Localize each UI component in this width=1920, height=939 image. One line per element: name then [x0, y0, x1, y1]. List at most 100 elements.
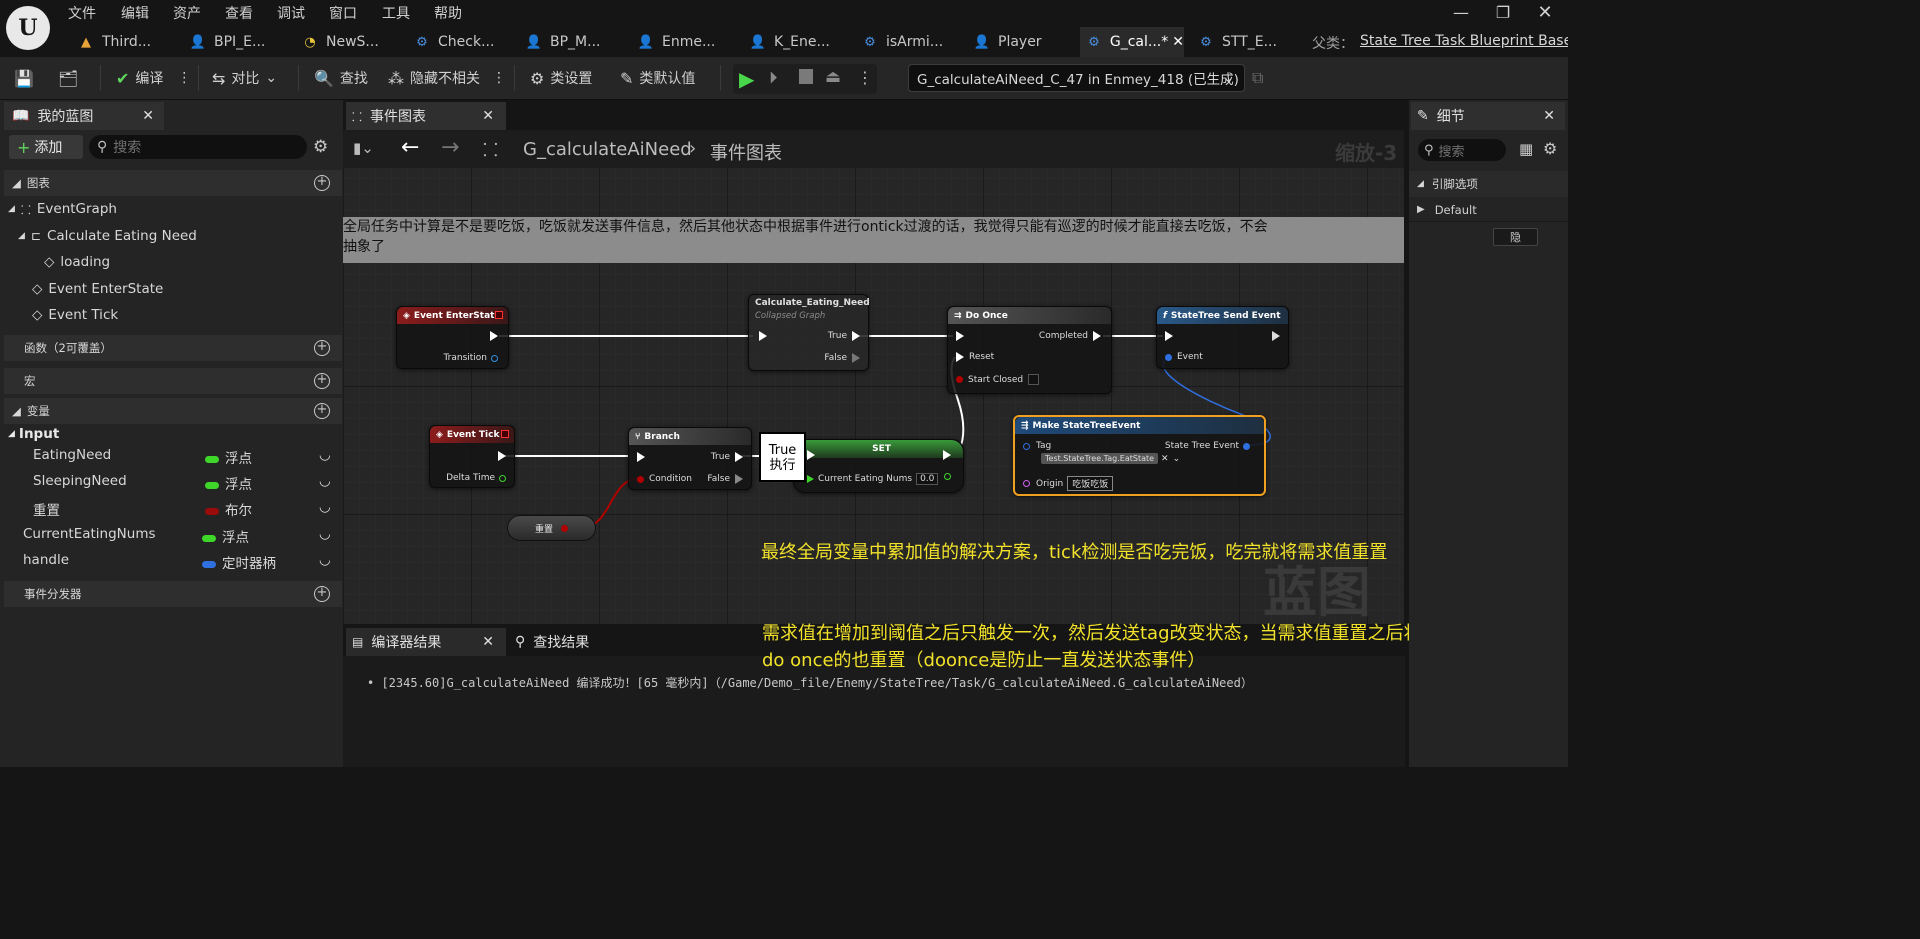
tree-calculate-eating-need[interactable]: ◢ ⊏ Calculate Eating Need	[18, 225, 197, 247]
node-set[interactable]: SET Current Eating Nums 0.0	[793, 439, 964, 493]
tree-event-graph[interactable]: ◢ ⸬ EventGraph	[8, 198, 117, 220]
tree-loading[interactable]: ◇ loading	[44, 251, 110, 273]
settings-gear-icon[interactable]: ⚙	[313, 137, 328, 157]
value-field[interactable]: 0.0	[916, 473, 939, 485]
tab-10[interactable]: ⚙ STT_E...	[1192, 27, 1296, 57]
table-view-icon[interactable]: ▦	[1519, 140, 1533, 158]
eye-closed-icon[interactable]: ◡	[319, 526, 331, 542]
tag-value[interactable]: Test.StateTree.Tag.EatState	[1041, 453, 1159, 464]
compile-button[interactable]: ✔ 编译 ⋮	[116, 65, 191, 91]
menu-0[interactable]: 文件	[68, 3, 96, 23]
add-dispatcher-icon[interactable]: +	[314, 586, 330, 602]
exec-out-pin[interactable]	[735, 474, 743, 484]
class-settings-button[interactable]: ⚙ 类设置	[530, 65, 592, 91]
node-calculate-eating-need[interactable]: Calculate_Eating_Need Collapsed Graph Tr…	[748, 294, 870, 371]
node-event-tick[interactable]: ◈ Event Tick Delta Time	[429, 425, 515, 488]
close-icon[interactable]: ✕	[142, 108, 154, 124]
close-icon[interactable]: ✕	[1172, 34, 1184, 50]
eye-closed-icon[interactable]: ◡	[319, 447, 331, 463]
pin-options-section[interactable]: ◢ 引脚选项	[1409, 171, 1568, 197]
delta-time-pin[interactable]	[499, 474, 506, 482]
event-out-pin[interactable]	[1243, 442, 1250, 450]
stop-icon[interactable]	[799, 69, 813, 84]
tab-0[interactable]: ▲ Third...	[72, 27, 176, 57]
exec-out-pin[interactable]	[852, 331, 860, 341]
node-reset-getter[interactable]: 重置	[507, 515, 596, 541]
chevron-down-icon[interactable]: ⌄	[1173, 454, 1181, 464]
menu-1[interactable]: 编辑	[121, 3, 149, 23]
add-graph-icon[interactable]: +	[314, 175, 330, 191]
tab-compiler-results[interactable]: ▤ 编译器结果 ✕	[346, 628, 506, 656]
exec-in-pin[interactable]	[759, 331, 767, 341]
reset-pin[interactable]	[956, 352, 964, 362]
tab-3[interactable]: ⚙ Check...	[408, 27, 512, 57]
origin-pin[interactable]	[1023, 480, 1030, 487]
tab-5[interactable]: 👤 Enme...	[632, 27, 736, 57]
node-make-statetree-event[interactable]: ⇶ Make StateTreeEvent Tag Test.StateTree.…	[1013, 415, 1266, 496]
tree-event-tick[interactable]: ◇ Event Tick	[32, 304, 118, 326]
tab-details[interactable]: ✎ 细节 ✕	[1411, 102, 1565, 130]
find-button[interactable]: 🔍 查找	[314, 65, 368, 91]
details-search-input[interactable]: ⚲ 搜索	[1418, 139, 1506, 161]
compiler-log-entry[interactable]: • [2345.60]G_calculateAiNeed 编译成功！[65 毫秒…	[367, 674, 1253, 691]
class-defaults-button[interactable]: ✎ 类默认值	[620, 65, 695, 91]
variable-row[interactable]: EatingNeed 浮点 ◡	[0, 447, 338, 469]
menu-3[interactable]: 查看	[225, 3, 253, 23]
minimize-icon[interactable]: —	[1446, 2, 1476, 22]
save-icon[interactable]: 💾	[14, 65, 40, 91]
tab-9[interactable]: ⚙ G_cal...* ✕	[1080, 27, 1184, 57]
origin-field[interactable]: 吃饭吃饭	[1067, 476, 1114, 491]
eject-icon[interactable]: ⏏	[825, 67, 841, 87]
close-window-icon[interactable]: ✕	[1530, 2, 1560, 23]
parent-class-link[interactable]: State Tree Task Blueprint Base	[1360, 33, 1568, 49]
event-pin[interactable]	[1165, 353, 1172, 361]
exec-in-pin[interactable]	[1165, 331, 1173, 341]
tab-event-graph[interactable]: ⸬ 事件图表 ✕	[346, 102, 506, 130]
step-icon[interactable]: ⏵	[769, 68, 778, 88]
exec-out-pin[interactable]	[490, 331, 498, 341]
debug-browse-icon[interactable]: ⧉	[1252, 65, 1269, 91]
exec-out-pin[interactable]	[735, 452, 743, 462]
maximize-icon[interactable]: ❐	[1488, 2, 1518, 22]
exec-out-pin[interactable]	[1093, 331, 1101, 341]
start-closed-checkbox[interactable]	[1028, 374, 1040, 385]
event-dispatchers-section[interactable]: 事件分发器 +	[4, 581, 342, 607]
debug-object-select[interactable]: G_calculateAiNeed_C_47 in Enmey_418 (已生成…	[908, 64, 1245, 92]
exec-in-pin[interactable]	[637, 452, 645, 462]
hide-unrelated-button[interactable]: ⁂ 隐藏不相关 ⋮	[388, 65, 506, 91]
close-icon[interactable]: ✕	[1543, 108, 1555, 124]
node-do-once[interactable]: ⇉ Do Once Completed Reset Start Closed	[947, 306, 1112, 394]
kebab-icon[interactable]: ⋮	[492, 70, 506, 86]
add-function-icon[interactable]: +	[314, 340, 330, 356]
macros-section[interactable]: 宏 +	[4, 368, 342, 394]
search-input[interactable]: ⚲ 搜索	[89, 135, 307, 159]
menu-7[interactable]: 帮助	[434, 3, 462, 23]
play-icon[interactable]: ▶	[739, 67, 754, 91]
tag-pin[interactable]	[1023, 442, 1030, 450]
delegate-pin[interactable]	[495, 311, 503, 319]
eye-closed-icon[interactable]: ◡	[319, 473, 331, 489]
tab-find-results[interactable]: ⚲ 查找结果	[515, 628, 589, 656]
node-event-enterstate[interactable]: ◈ Event EnterState Transition	[396, 306, 509, 369]
exec-out-pin[interactable]	[943, 450, 951, 460]
tab-my-blueprint[interactable]: 📖 我的蓝图 ✕	[4, 102, 164, 130]
variables-section[interactable]: ◢ 变量 +	[4, 398, 342, 424]
menu-5[interactable]: 窗口	[329, 3, 357, 23]
exec-in-pin[interactable]	[956, 331, 964, 341]
menu-4[interactable]: 调试	[277, 3, 305, 23]
clear-icon[interactable]: ✕	[1161, 454, 1169, 464]
kebab-icon[interactable]: ⋮	[857, 68, 873, 87]
settings-gear-icon[interactable]: ⚙	[1543, 139, 1557, 158]
delegate-pin[interactable]	[501, 430, 509, 438]
category-input[interactable]: ◢ Input	[8, 423, 59, 445]
exec-out-pin[interactable]	[1272, 331, 1280, 341]
var-in-pin[interactable]	[807, 475, 814, 483]
exec-out-pin[interactable]	[498, 451, 506, 461]
functions-section[interactable]: 函数（2可覆盖） +	[4, 335, 342, 361]
menu-6[interactable]: 工具	[382, 3, 410, 23]
add-macro-icon[interactable]: +	[314, 373, 330, 389]
tab-7[interactable]: ⚙ isArmi...	[856, 27, 960, 57]
bool-out-pin[interactable]	[561, 524, 568, 532]
var-out-pin[interactable]	[944, 473, 951, 480]
eye-closed-icon[interactable]: ◡	[319, 499, 331, 515]
